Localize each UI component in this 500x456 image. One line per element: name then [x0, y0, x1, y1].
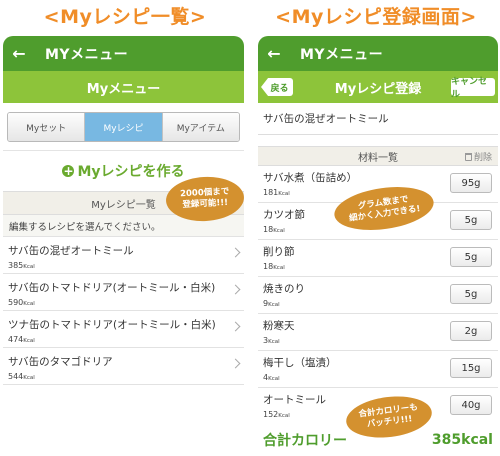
recipe-kcal: 544Kcal	[8, 372, 35, 381]
app-bar: ← MYメニュー	[3, 36, 244, 71]
gram-input[interactable]: 40g	[450, 395, 492, 415]
recipe-register-screen: ← MYメニュー 戻る Myレシピ登録 キャンセル サバ缶の混ぜオートミール 材…	[258, 36, 498, 456]
gram-input[interactable]: 15g	[450, 358, 492, 378]
recipe-item[interactable]: ツナ缶のトマトドリア(オートミール・白米) 474Kcal	[3, 311, 244, 348]
gram-input[interactable]: 5g	[450, 210, 492, 230]
recipe-kcal: 474Kcal	[8, 335, 35, 344]
subheader: Myメニュー	[3, 71, 244, 103]
recipe-kcal: 385Kcal	[8, 261, 35, 270]
app-bar: ← MYメニュー	[258, 36, 498, 71]
recipe-name: サバ缶の混ぜオートミール	[8, 245, 134, 257]
trash-icon	[464, 152, 472, 161]
chevron-right-icon	[230, 284, 241, 295]
plus-circle-icon: +	[62, 164, 75, 178]
total-label: 合計カロリー	[263, 433, 347, 449]
recipe-list-screen: ← MYメニュー Myメニュー Myセット Myレシピ Myアイテム + Myレ…	[3, 36, 244, 456]
recipe-name-field[interactable]: サバ缶の混ぜオートミール	[258, 103, 498, 135]
delete-label: 削除	[473, 153, 492, 163]
chevron-right-icon	[230, 247, 241, 258]
recipe-item[interactable]: サバ缶のタマゴドリア 544Kcal	[3, 348, 244, 385]
back-button[interactable]: 戻る	[261, 78, 293, 96]
delete-button[interactable]: 削除	[464, 150, 492, 163]
chevron-right-icon	[230, 321, 241, 332]
total-value: 385kcal	[431, 432, 493, 448]
left-caption: <Myレシピ一覧>	[43, 6, 207, 28]
recipe-name: サバ缶のトマトドリア(オートミール・白米)	[8, 282, 216, 294]
tab-my-item[interactable]: Myアイテム	[162, 113, 239, 141]
materials-header: 材料一覧 削除	[258, 146, 498, 166]
recipe-name: ツナ缶のトマトドリア(オートミール・白米)	[8, 319, 216, 331]
ingredient-item[interactable]: 焼きのり 9Kcal 5g	[258, 277, 498, 314]
right-caption: <Myレシピ登録画面>	[275, 6, 477, 28]
recipe-item[interactable]: サバ缶の混ぜオートミール 385Kcal	[3, 237, 244, 274]
materials-title: 材料一覧	[358, 152, 398, 164]
ingredient-item[interactable]: 梅干し（塩漬） 4Kcal 15g	[258, 351, 498, 388]
gram-input[interactable]: 2g	[450, 321, 492, 341]
chevron-right-icon	[230, 358, 241, 369]
subheader: 戻る Myレシピ登録 キャンセル	[258, 71, 498, 103]
app-title: MYメニュー	[45, 46, 129, 63]
back-arrow-icon[interactable]: ←	[3, 44, 35, 63]
back-arrow-icon[interactable]: ←	[258, 44, 290, 63]
recipe-name: サバ缶のタマゴドリア	[8, 356, 113, 368]
recipe-item[interactable]: サバ缶のトマトドリア(オートミール・白米) 590Kcal	[3, 274, 244, 311]
page: <Myレシピ一覧> <Myレシピ登録画面> ← MYメニュー Myメニュー My…	[0, 0, 500, 456]
tab-my-recipe[interactable]: Myレシピ	[85, 113, 163, 141]
ingredient-item[interactable]: 粉寒天 3Kcal 2g	[258, 314, 498, 351]
tab-my-set[interactable]: Myセット	[8, 113, 86, 141]
subheader-title: Myレシピ登録	[334, 81, 422, 97]
ingredient-item[interactable]: 削り節 18Kcal 5g	[258, 240, 498, 277]
gram-input[interactable]: 95g	[450, 173, 492, 193]
gram-input[interactable]: 5g	[450, 284, 492, 304]
cancel-button[interactable]: キャンセル	[451, 77, 495, 100]
recipe-kcal: 590Kcal	[8, 298, 35, 307]
tab-bar: Myセット Myレシピ Myアイテム	[3, 103, 244, 151]
app-title: MYメニュー	[300, 46, 384, 63]
create-recipe-label: Myレシピを作る	[77, 164, 185, 180]
recipe-list: サバ缶の混ぜオートミール 385Kcal サバ缶のトマトドリア(オートミール・白…	[3, 237, 244, 385]
gram-input[interactable]: 5g	[450, 247, 492, 267]
